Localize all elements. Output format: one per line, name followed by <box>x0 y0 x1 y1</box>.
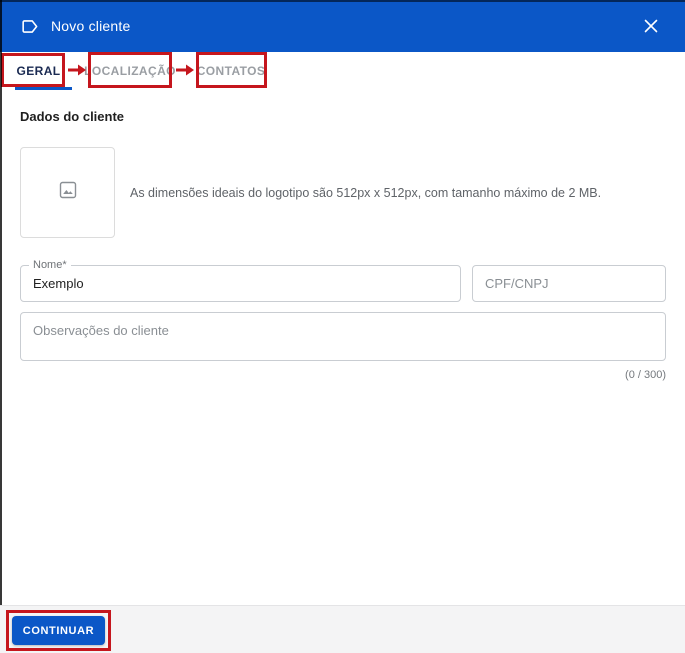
nome-field: Nome* <box>20 259 461 302</box>
label-icon <box>20 17 39 36</box>
observacoes-field <box>20 312 666 361</box>
continue-button[interactable]: CONTINUAR <box>12 616 105 645</box>
active-tab-indicator <box>15 87 72 90</box>
novo-cliente-dialog: Novo cliente GERAL LOCALIZAÇÃO CONTATOS … <box>0 0 685 653</box>
wizard-tabs: GERAL LOCALIZAÇÃO CONTATOS <box>0 52 685 90</box>
tab-contatos[interactable]: CONTATOS <box>197 52 265 90</box>
dialog-left-edge <box>0 0 2 605</box>
cpf-cnpj-field <box>472 265 666 302</box>
tab-geral[interactable]: GERAL <box>10 52 67 90</box>
nome-input[interactable] <box>21 266 460 301</box>
char-counter: (0 / 300) <box>625 369 666 381</box>
observacoes-textarea[interactable] <box>21 313 665 360</box>
cpf-cnpj-input[interactable] <box>473 266 665 301</box>
image-icon <box>58 180 78 205</box>
tab-localizacao[interactable]: LOCALIZAÇÃO <box>84 52 175 90</box>
close-icon[interactable] <box>637 12 665 40</box>
nome-field-label: Nome* <box>29 259 71 272</box>
dialog-header: Novo cliente <box>0 0 685 52</box>
logo-dimensions-hint: As dimensões ideais do logotipo são 512p… <box>130 185 602 200</box>
section-title: Dados do cliente <box>20 109 125 124</box>
logo-upload-dropzone[interactable] <box>20 147 115 238</box>
dialog-title: Novo cliente <box>51 18 131 34</box>
dialog-top-edge <box>0 0 685 2</box>
